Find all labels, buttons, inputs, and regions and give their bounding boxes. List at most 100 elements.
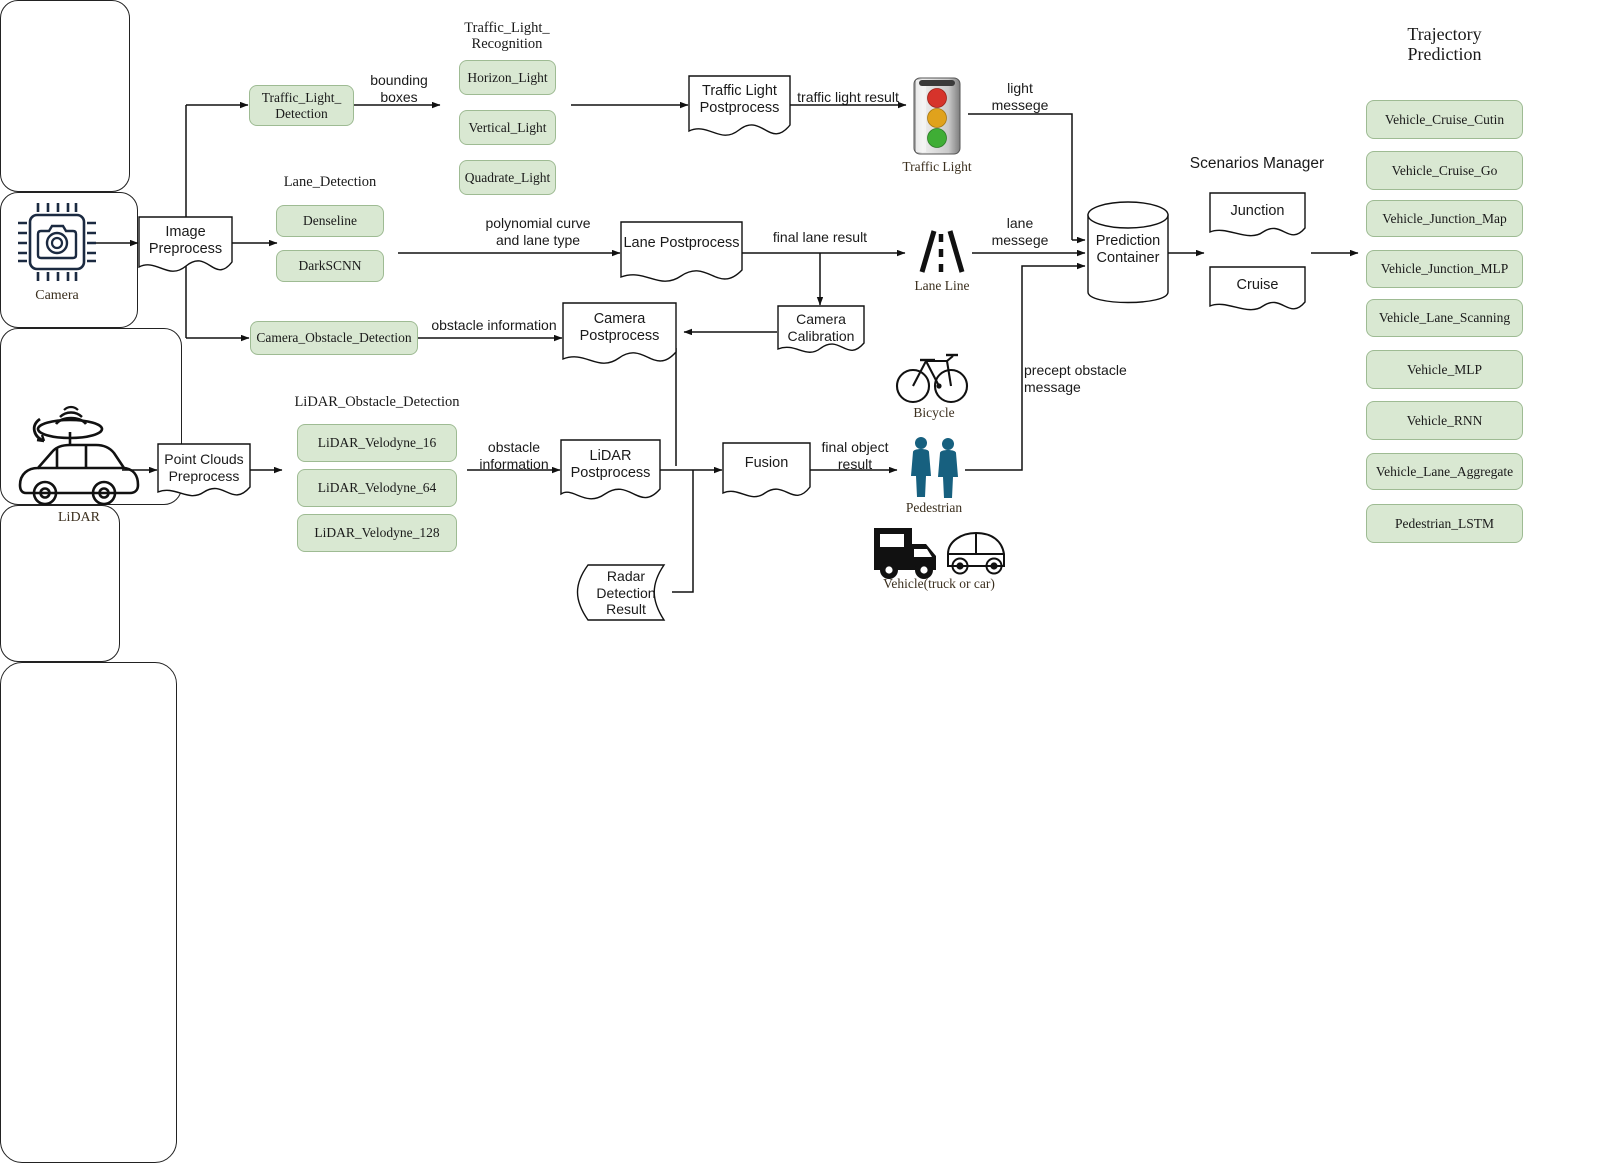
module-denseline[interactable]: Denseline — [276, 205, 384, 237]
pcp-line1: Point Clouds — [164, 451, 244, 468]
pom-line2: message — [1024, 378, 1081, 395]
caption-vehicle: Vehicle(truck or car) — [866, 576, 1012, 592]
module-vehicle-lane-aggregate[interactable]: Vehicle_Lane_Aggregate — [1366, 453, 1523, 490]
vertical-light-label: Vertical_Light — [468, 119, 547, 135]
module-darkscnn[interactable]: DarkSCNN — [276, 250, 384, 282]
lp-line1: LiDAR — [589, 447, 632, 464]
node-fusion[interactable]: Fusion — [723, 448, 810, 480]
diagram-canvas: Traffic_Light_ Recognition Lane_Detectio… — [0, 0, 1600, 1163]
node-traffic-light-postprocess[interactable]: Traffic Light Postprocess — [689, 78, 790, 122]
ll-caption-text: Lane Line — [914, 278, 970, 293]
module-vehicle-cruise-go[interactable]: Vehicle_Cruise_Go — [1366, 151, 1523, 190]
edge-label-lane-messege: lane messege — [978, 215, 1062, 249]
tl-caption-text: Traffic Light — [902, 159, 972, 174]
node-lidar-postprocess[interactable]: LiDAR Postprocess — [561, 443, 660, 487]
cc-line1: Camera — [796, 311, 846, 328]
bike-caption-text: Bicycle — [913, 405, 955, 420]
node-scenario-junction[interactable]: Junction — [1210, 198, 1305, 226]
radar-label: Radar Detection Result — [596, 568, 655, 618]
tld-label: Traffic_Light_ Detection — [262, 90, 342, 121]
edge-label-precept-obstacle-message: precept obstacle message — [1024, 362, 1174, 396]
node-prediction-container[interactable]: Prediction Container — [1088, 228, 1168, 272]
module-camera-obstacle-detection[interactable]: Camera_Obstacle_Detection — [250, 321, 418, 355]
module-quadrate-light[interactable]: Quadrate_Light — [459, 160, 556, 195]
cp-label: Camera Postprocess — [580, 311, 660, 345]
caption-lidar: LiDAR — [34, 510, 124, 526]
ped-caption-text: Pedestrian — [905, 500, 963, 515]
pcp-label: Point Clouds Preprocess — [164, 451, 243, 484]
tp-model-5-label: Vehicle_MLP — [1407, 361, 1482, 377]
lidar-caption-text: LiDAR — [58, 510, 100, 525]
node-camera-postprocess[interactable]: Camera Postprocess — [563, 306, 676, 350]
denseline-label: Denseline — [303, 213, 357, 229]
radar-line3: Result — [606, 601, 646, 618]
oil-line1: obstacle — [487, 439, 541, 455]
module-vehicle-junction-map[interactable]: Vehicle_Junction_Map — [1366, 200, 1523, 237]
module-traffic-light-detection[interactable]: Traffic_Light_ Detection — [249, 85, 354, 126]
module-horizon-light[interactable]: Horizon_Light — [459, 60, 556, 95]
tp-model-0-label: Vehicle_Cruise_Cutin — [1384, 111, 1505, 127]
lp-label: LiDAR Postprocess — [571, 448, 651, 482]
tp-model-4-label: Vehicle_Lane_Scanning — [1378, 310, 1511, 326]
node-point-clouds-preprocess[interactable]: Point Clouds Preprocess — [158, 446, 250, 490]
edge-label-light-messege: light messege — [980, 80, 1060, 114]
node-scenario-cruise[interactable]: Cruise — [1210, 272, 1305, 300]
lane-line-icon-shape — [919, 230, 965, 273]
tlr-title-line1: Traffic_Light_ — [464, 20, 550, 36]
cp-line2: Postprocess — [579, 328, 660, 344]
module-vehicle-mlp[interactable]: Vehicle_MLP — [1366, 350, 1523, 389]
tp-title-line1: Trajectory — [1407, 24, 1482, 44]
lidar-obstacle-detection-title: LiDAR_Obstacle_Detection — [287, 394, 467, 410]
lanem-line1: lane — [1006, 215, 1034, 231]
horizon-light-label: Horizon_Light — [467, 69, 548, 85]
caption-pedestrian: Pedestrian — [885, 500, 983, 516]
ip-line2: Preprocess — [148, 241, 223, 257]
trajectory-prediction-group — [0, 662, 177, 1163]
pc-label: Prediction Container — [1096, 233, 1160, 267]
node-radar-detection-result[interactable]: Radar Detection Result — [588, 568, 664, 618]
edge-label-traffic-light-result: traffic light result — [789, 89, 907, 106]
camera-caption-text: Camera — [35, 288, 79, 303]
caption-bicycle: Bicycle — [885, 405, 983, 421]
flr-text: final lane result — [772, 229, 868, 245]
module-vertical-light[interactable]: Vertical_Light — [459, 110, 556, 145]
node-camera-calibration[interactable]: Camera Calibration — [778, 308, 864, 348]
module-vehicle-junction-mlp[interactable]: Vehicle_Junction_MLP — [1366, 250, 1523, 288]
lane-detection-title-text: Lane_Detection — [283, 174, 377, 190]
node-lane-postprocess[interactable]: Lane Postprocess — [621, 226, 742, 262]
cc-label: Camera Calibration — [788, 311, 855, 344]
pc-line1: Prediction — [1095, 232, 1161, 249]
edge-label-obstacle-information-camera: obstacle information — [424, 317, 564, 334]
edge-label-obstacle-information-lidar: obstacle information — [468, 439, 560, 473]
caption-traffic-light: Traffic Light — [884, 159, 990, 175]
bb-line2: boxes — [380, 88, 418, 105]
edge-label-final-object-result: final object result — [812, 439, 898, 473]
module-vehicle-rnn[interactable]: Vehicle_RNN — [1366, 401, 1523, 440]
edge-label-polynomial-curve: polynomial curve and lane type — [458, 215, 618, 249]
module-vehicle-cruise-cutin[interactable]: Vehicle_Cruise_Cutin — [1366, 100, 1523, 139]
tp-model-1-label: Vehicle_Cruise_Go — [1391, 162, 1498, 178]
tp-model-6-label: Vehicle_RNN — [1406, 412, 1483, 428]
tld-line1: Traffic_Light_ — [261, 89, 342, 105]
module-vehicle-lane-scanning[interactable]: Vehicle_Lane_Scanning — [1366, 299, 1523, 337]
tlp-label: Traffic Light Postprocess — [700, 83, 780, 117]
module-pedestrian-lstm[interactable]: Pedestrian_LSTM — [1366, 504, 1523, 543]
radar-line1: Radar — [606, 568, 646, 585]
tlr-title-line2: Recognition — [471, 36, 543, 53]
quadrate-light-label: Quadrate_Light — [464, 169, 551, 185]
tlr-edge-text: traffic light result — [797, 89, 899, 105]
tp-model-3-label: Vehicle_Junction_MLP — [1380, 261, 1509, 277]
module-lidar-velodyne-16[interactable]: LiDAR_Velodyne_16 — [297, 424, 457, 462]
traffic-light-icon-shape — [913, 77, 961, 155]
module-lidar-velodyne-128[interactable]: LiDAR_Velodyne_128 — [297, 514, 457, 552]
module-lidar-velodyne-64[interactable]: LiDAR_Velodyne_64 — [297, 469, 457, 507]
oic-text: obstacle information — [431, 317, 557, 333]
edge-label-bounding-boxes: bounding boxes — [357, 72, 441, 106]
pcp-line2: Preprocess — [168, 468, 240, 484]
caption-lane-line: Lane Line — [893, 278, 991, 294]
lidar-car-icon-shape — [18, 405, 140, 506]
edge-label-final-lane-result: final lane result — [760, 229, 880, 246]
truck-icon-shape — [874, 528, 936, 579]
node-image-preprocess[interactable]: Image Preprocess — [139, 219, 232, 263]
pc-line2-edge: and lane type — [495, 231, 581, 248]
